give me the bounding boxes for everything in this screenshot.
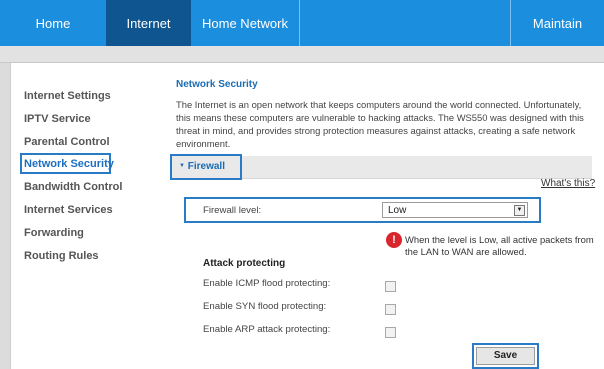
sidebar-item-routing-rules[interactable]: Routing Rules — [24, 250, 99, 262]
nav-divider — [299, 0, 300, 46]
sidebar-item-parental-control[interactable]: Parental Control — [24, 136, 110, 148]
sidebar-item-internet-settings[interactable]: Internet Settings — [24, 90, 111, 102]
sidebar-item-forwarding[interactable]: Forwarding — [24, 227, 84, 239]
icmp-flood-checkbox[interactable] — [385, 281, 396, 292]
firewall-section-label: Firewall — [187, 161, 225, 172]
firewall-level-select[interactable]: Low ▼ — [382, 202, 528, 218]
subnav-strip — [0, 46, 604, 63]
syn-flood-label: Enable SYN flood protecting: — [203, 301, 327, 312]
nav-tab-home-network[interactable]: Home Network — [191, 0, 299, 46]
firewall-level-value: Low — [388, 205, 407, 216]
arp-attack-checkbox[interactable] — [385, 327, 396, 338]
firewall-level-note: When the level is Low, all active packet… — [405, 234, 594, 257]
collapse-arrow-icon: ▼ — [179, 163, 185, 169]
arp-attack-label: Enable ARP attack protecting: — [203, 324, 331, 335]
page-description: The Internet is an open network that kee… — [176, 99, 584, 149]
alert-icon: ! — [386, 232, 402, 248]
sidebar-item-iptv-service[interactable]: IPTV Service — [24, 113, 91, 125]
firewall-section-toggle[interactable]: ▼ Firewall — [179, 161, 225, 172]
firewall-level-label: Firewall level: — [203, 205, 262, 216]
dropdown-arrow-icon: ▼ — [514, 205, 525, 216]
sidebar-item-network-security[interactable]: Network Security — [24, 158, 114, 170]
page-title: Network Security — [176, 79, 258, 90]
icmp-flood-label: Enable ICMP flood protecting: — [203, 278, 331, 289]
nav-tab-internet[interactable]: Internet — [106, 0, 191, 46]
syn-flood-checkbox[interactable] — [385, 304, 396, 315]
save-button[interactable]: Save — [476, 347, 535, 365]
attack-protecting-heading: Attack protecting — [203, 258, 286, 269]
sidebar-item-bandwidth-control[interactable]: Bandwidth Control — [24, 181, 122, 193]
top-nav: Home Internet Home Network Maintain — [0, 0, 604, 46]
nav-tab-maintain[interactable]: Maintain — [511, 0, 604, 46]
nav-tab-home[interactable]: Home — [0, 0, 106, 46]
whats-this-link[interactable]: What's this? — [541, 178, 595, 189]
sidebar-item-internet-services[interactable]: Internet Services — [24, 204, 113, 216]
